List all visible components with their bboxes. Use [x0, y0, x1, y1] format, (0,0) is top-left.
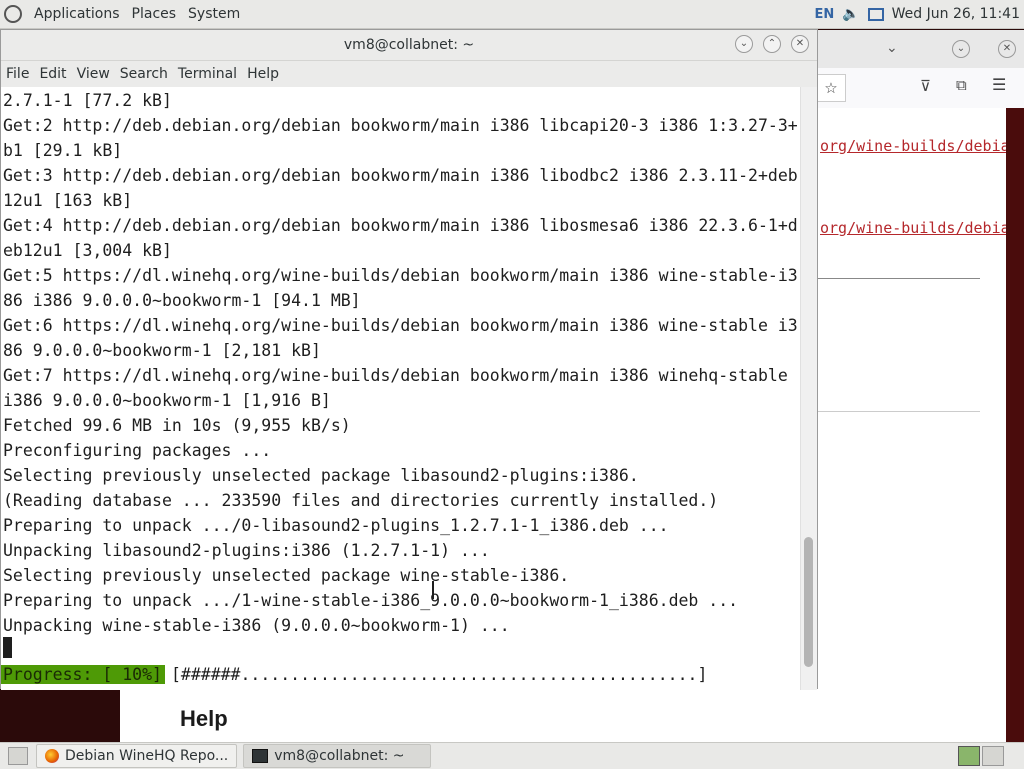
window-title: vm8@collabnet: ~	[343, 37, 475, 53]
browser-tab-bar: ⌄ ⌄ ✕	[816, 30, 1024, 68]
terminal-line: Get:2 http://deb.debian.org/debian bookw…	[3, 116, 798, 135]
terminal-icon	[252, 749, 269, 763]
text-cursor	[3, 637, 12, 658]
terminal-lines: 2.7.1-1 [77.2 kB] Get:2 http://deb.debian…	[1, 87, 803, 638]
volume-icon[interactable]: 🔈	[842, 6, 859, 22]
terminal-line: Get:7 https://dl.winehq.org/wine-builds/…	[3, 366, 788, 385]
workspace-switcher[interactable]	[958, 746, 980, 766]
mouse-ibeam-cursor	[432, 581, 434, 599]
panel-tray: EN 🔈 Wed Jun 26, 11:41	[814, 0, 1020, 28]
terminal-line: 86 i386 9.0.0.0~bookworm-1 [94.1 MB]	[3, 291, 361, 310]
repo-link-2[interactable]: org/wine-builds/debia	[820, 219, 1010, 237]
divider	[816, 411, 980, 412]
maximize-button[interactable]: ⌃	[763, 35, 781, 53]
minimize-button[interactable]: ⌄	[735, 35, 753, 53]
browser-content: org/wine-builds/debia org/wine-builds/de…	[816, 108, 1010, 742]
terminal-menubar: File Edit View Search Terminal Help	[1, 61, 817, 87]
terminal-line: Get:3 http://deb.debian.org/debian bookw…	[3, 166, 798, 185]
browser-page-bottom: Help	[120, 690, 1004, 742]
workspace-switcher-2[interactable]	[982, 746, 1004, 766]
terminal-line: 12u1 [163 kB]	[3, 191, 133, 210]
terminal-line: (Reading database ... 233590 files and d…	[3, 491, 719, 510]
terminal-line: Fetched 99.6 MB in 10s (9,955 kB/s)	[3, 416, 351, 435]
progress-bar-text: [######.................................…	[170, 665, 708, 684]
minimize-icon[interactable]: ⌄	[952, 40, 970, 58]
terminal-line: Preparing to unpack .../0-libasound2-plu…	[3, 516, 669, 535]
divider	[816, 278, 980, 279]
pocket-icon[interactable]: ⊽	[920, 77, 931, 95]
bottom-taskbar: Debian WineHQ Repo... vm8@collabnet: ~	[0, 742, 1024, 769]
taskbar-item-terminal[interactable]: vm8@collabnet: ~	[243, 744, 432, 768]
terminal-line: 86 9.0.0.0~bookworm-1 [2,181 kB]	[3, 341, 321, 360]
progress-label: Progress: [ 10%]	[1, 665, 165, 684]
menu-edit[interactable]: Edit	[34, 66, 71, 82]
terminal-scrollbar[interactable]	[800, 87, 817, 690]
keyboard-layout-indicator[interactable]: EN	[814, 7, 834, 22]
clock[interactable]: Wed Jun 26, 11:41	[892, 6, 1020, 22]
menu-hamburger-icon[interactable]: ☰	[992, 75, 1006, 94]
extensions-icon[interactable]: ⧉	[956, 76, 967, 94]
menu-system[interactable]: System	[182, 6, 246, 22]
menu-view[interactable]: View	[72, 66, 115, 82]
menu-terminal[interactable]: Terminal	[173, 66, 242, 82]
terminal-line: Selecting previously unselected package …	[3, 466, 639, 485]
browser-window: ⌄ ⌄ ✕ ☆ ⊽ ⧉ ☰ org/wine-builds/debia org/…	[816, 30, 1024, 742]
close-button[interactable]: ✕	[791, 35, 809, 53]
debian-logo-icon[interactable]	[4, 5, 22, 23]
taskbar-item-browser[interactable]: Debian WineHQ Repo...	[36, 744, 238, 768]
network-icon[interactable]	[867, 7, 884, 21]
show-desktop-icon[interactable]	[8, 747, 28, 765]
menu-applications[interactable]: Applications	[28, 6, 126, 22]
terminal-line: Unpacking libasound2-plugins:i386 (1.2.7…	[3, 541, 490, 560]
menu-places[interactable]: Places	[126, 6, 183, 22]
terminal-output[interactable]: 2.7.1-1 [77.2 kB] Get:2 http://deb.debian…	[1, 87, 803, 690]
apt-progress-line: Progress: [ 10%] [######.................…	[1, 662, 803, 687]
terminal-line: eb12u1 [3,004 kB]	[3, 241, 172, 260]
browser-page-scroll-area	[1006, 108, 1024, 742]
menu-file[interactable]: File	[1, 66, 34, 82]
repo-link-1[interactable]: org/wine-builds/debia	[820, 137, 1010, 155]
terminal-line: i386 9.0.0.0~bookworm-1 [1,916 B]	[3, 391, 331, 410]
terminal-line: Selecting previously unselected package …	[3, 566, 570, 585]
tab-list-chevron-icon[interactable]: ⌄	[886, 40, 898, 56]
terminal-line: b1 [29.1 kB]	[3, 141, 123, 160]
terminal-line: Unpacking wine-stable-i386 (9.0.0.0~book…	[3, 616, 510, 635]
taskbar-item-label: Debian WineHQ Repo...	[65, 748, 229, 764]
menu-search[interactable]: Search	[115, 66, 173, 82]
terminal-line: Get:5 https://dl.winehq.org/wine-builds/…	[3, 266, 798, 285]
terminal-line: Get:4 http://deb.debian.org/debian bookw…	[3, 216, 798, 235]
terminal-line: Get:6 https://dl.winehq.org/wine-builds/…	[3, 316, 798, 335]
terminal-line: Preparing to unpack .../1-wine-stable-i3…	[3, 591, 739, 610]
menu-help[interactable]: Help	[242, 66, 284, 82]
terminal-window[interactable]: vm8@collabnet: ~ ⌄ ⌃ ✕ File Edit View Se…	[0, 29, 818, 690]
taskbar-item-label: vm8@collabnet: ~	[274, 748, 405, 764]
browser-toolbar: ☆ ⊽ ⧉ ☰	[816, 68, 1024, 109]
firefox-icon	[45, 749, 59, 763]
close-icon[interactable]: ✕	[998, 40, 1016, 58]
terminal-line: 2.7.1-1 [77.2 kB]	[3, 91, 172, 110]
help-heading: Help	[180, 706, 228, 731]
terminal-line: Preconfiguring packages ...	[3, 441, 272, 460]
top-panel: Applications Places System EN 🔈 Wed Jun …	[0, 0, 1024, 29]
terminal-titlebar[interactable]: vm8@collabnet: ~ ⌄ ⌃ ✕	[1, 30, 817, 61]
scrollbar-thumb[interactable]	[804, 537, 813, 667]
bookmark-star-icon[interactable]: ☆	[816, 74, 846, 102]
